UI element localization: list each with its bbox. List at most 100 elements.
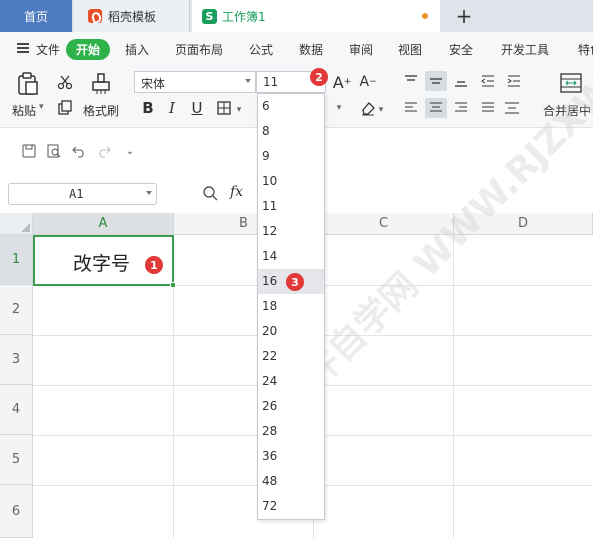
name-box-value: A1 bbox=[69, 187, 84, 201]
font-size-option[interactable]: 24 bbox=[258, 369, 324, 394]
new-tab-button[interactable]: + bbox=[452, 4, 476, 28]
menu-insert[interactable]: 插入 bbox=[125, 41, 149, 58]
font-size-option[interactable]: 36 bbox=[258, 444, 324, 469]
indent-increase-icon[interactable] bbox=[504, 71, 524, 91]
print-preview-icon[interactable] bbox=[45, 142, 63, 160]
fx-button[interactable]: fx bbox=[230, 184, 243, 200]
row-header-5[interactable]: 5 bbox=[0, 435, 33, 485]
menu-review[interactable]: 审阅 bbox=[349, 41, 373, 58]
menu-features[interactable]: 特色 bbox=[578, 41, 593, 58]
font-size-value: 11 bbox=[263, 75, 279, 89]
row-header-3[interactable]: 3 bbox=[0, 335, 33, 385]
menu-bar: 文件 开始 插入 页面布局 公式 数据 审阅 视图 安全 开发工具 特色 bbox=[0, 32, 593, 66]
fill-handle[interactable] bbox=[170, 282, 176, 288]
format-painter-icon[interactable] bbox=[89, 72, 113, 96]
clear-format-icon[interactable] bbox=[358, 98, 378, 118]
menu-data[interactable]: 数据 bbox=[299, 41, 323, 58]
menu-developer[interactable]: 开发工具 bbox=[501, 41, 549, 58]
font-size-option[interactable]: 22 bbox=[258, 344, 324, 369]
font-size-option[interactable]: 14 bbox=[258, 244, 324, 269]
grow-font-label: A bbox=[332, 72, 344, 92]
justify-icon[interactable] bbox=[478, 98, 498, 118]
font-size-option[interactable]: 8 bbox=[258, 119, 324, 144]
align-middle-icon[interactable] bbox=[425, 71, 447, 91]
font-size-option[interactable]: 11 bbox=[258, 194, 324, 219]
select-all-corner[interactable] bbox=[0, 213, 33, 235]
name-box[interactable]: A1 bbox=[8, 183, 157, 205]
tab-home[interactable]: 首页 bbox=[0, 0, 72, 32]
row-header-4[interactable]: 4 bbox=[0, 385, 33, 435]
paste-button[interactable]: 粘贴 bbox=[12, 102, 36, 119]
font-size-option[interactable]: 20 bbox=[258, 319, 324, 344]
shrink-font-label: A bbox=[359, 74, 370, 90]
font-color-dropdown-icon[interactable]: ▾ bbox=[334, 98, 344, 118]
tab-bar: 首页 稻壳模板 S 工作簿1 + bbox=[0, 0, 593, 32]
menu-formulas[interactable]: 公式 bbox=[249, 41, 273, 58]
font-size-option[interactable]: 18 bbox=[258, 294, 324, 319]
paste-icon[interactable] bbox=[16, 72, 40, 96]
hamburger-icon[interactable] bbox=[17, 43, 29, 53]
font-size-option[interactable]: 26 bbox=[258, 394, 324, 419]
menu-page-layout[interactable]: 页面布局 bbox=[175, 41, 223, 58]
border-dropdown-icon[interactable]: ▾ bbox=[234, 100, 244, 120]
indent-decrease-icon[interactable] bbox=[478, 71, 498, 91]
align-top-icon[interactable] bbox=[401, 71, 421, 91]
distributed-align-icon[interactable] bbox=[502, 98, 522, 118]
format-painter-button[interactable]: 格式刷 bbox=[83, 102, 119, 119]
customize-toolbar-icon[interactable]: ⌄ bbox=[121, 142, 139, 160]
font-size-option[interactable]: 10 bbox=[258, 169, 324, 194]
clear-dropdown-icon[interactable]: ▾ bbox=[376, 100, 386, 120]
row-header-6[interactable]: 6 bbox=[0, 485, 33, 538]
menu-view[interactable]: 视图 bbox=[398, 41, 422, 58]
align-center-icon[interactable] bbox=[425, 98, 447, 118]
tab-home-label: 首页 bbox=[23, 9, 48, 24]
zoom-search-icon[interactable] bbox=[201, 184, 219, 202]
italic-button[interactable]: I bbox=[162, 98, 182, 118]
align-right-icon[interactable] bbox=[451, 98, 471, 118]
grow-font-icon[interactable]: A + bbox=[332, 72, 352, 92]
tab-daoke-label: 稻壳模板 bbox=[108, 9, 157, 24]
unsaved-dot-icon bbox=[422, 13, 428, 19]
copy-icon[interactable] bbox=[55, 98, 75, 118]
font-size-option[interactable]: 72 bbox=[258, 494, 324, 519]
redo-icon[interactable] bbox=[95, 142, 113, 160]
daoke-logo-icon bbox=[88, 9, 102, 23]
menu-security[interactable]: 安全 bbox=[449, 41, 473, 58]
align-left-icon[interactable] bbox=[401, 98, 421, 118]
font-name-arrow-icon bbox=[245, 79, 251, 83]
step-badge-3: 3 bbox=[286, 273, 304, 291]
gridline bbox=[453, 235, 454, 538]
row-header-2[interactable]: 2 bbox=[0, 285, 33, 335]
merge-center-icon[interactable] bbox=[559, 72, 583, 94]
font-size-dropdown: 6 8 9 10 11 12 14 16 18 20 22 24 26 28 3… bbox=[257, 93, 325, 520]
spreadsheet-logo-icon: S bbox=[202, 8, 217, 24]
merge-center-button[interactable]: 合并居中 bbox=[543, 102, 591, 119]
row-header-1[interactable]: 1 bbox=[0, 235, 33, 285]
menu-home[interactable]: 开始 bbox=[66, 39, 111, 60]
font-size-option[interactable]: 6 bbox=[258, 94, 324, 119]
font-size-option[interactable]: 48 bbox=[258, 469, 324, 494]
step-badge-2: 2 bbox=[310, 68, 328, 86]
align-bottom-icon[interactable] bbox=[451, 71, 471, 91]
underline-button[interactable]: U bbox=[187, 98, 207, 118]
paste-dropdown-icon[interactable]: ▾ bbox=[39, 102, 44, 112]
font-size-option[interactable]: 28 bbox=[258, 419, 324, 444]
save-icon[interactable] bbox=[20, 142, 38, 160]
menu-file[interactable]: 文件 bbox=[36, 41, 60, 58]
column-header-a[interactable]: A bbox=[33, 213, 174, 235]
bold-button[interactable]: B bbox=[138, 98, 158, 118]
tab-workbook[interactable]: S 工作簿1 bbox=[192, 0, 440, 32]
undo-icon[interactable] bbox=[70, 142, 88, 160]
font-name-select[interactable]: 宋体 bbox=[134, 71, 256, 93]
step-badge-1: 1 bbox=[145, 256, 163, 274]
tab-daoke-template[interactable]: 稻壳模板 bbox=[74, 0, 190, 32]
name-box-arrow-icon bbox=[146, 191, 152, 195]
cut-icon[interactable] bbox=[55, 72, 75, 92]
font-size-option[interactable]: 9 bbox=[258, 144, 324, 169]
border-icon[interactable] bbox=[214, 98, 234, 118]
font-size-option[interactable]: 12 bbox=[258, 219, 324, 244]
font-name-value: 宋体 bbox=[141, 77, 166, 91]
column-header-d[interactable]: D bbox=[454, 213, 593, 235]
column-header-c[interactable]: C bbox=[314, 213, 454, 235]
shrink-font-icon[interactable]: A − bbox=[358, 72, 378, 92]
